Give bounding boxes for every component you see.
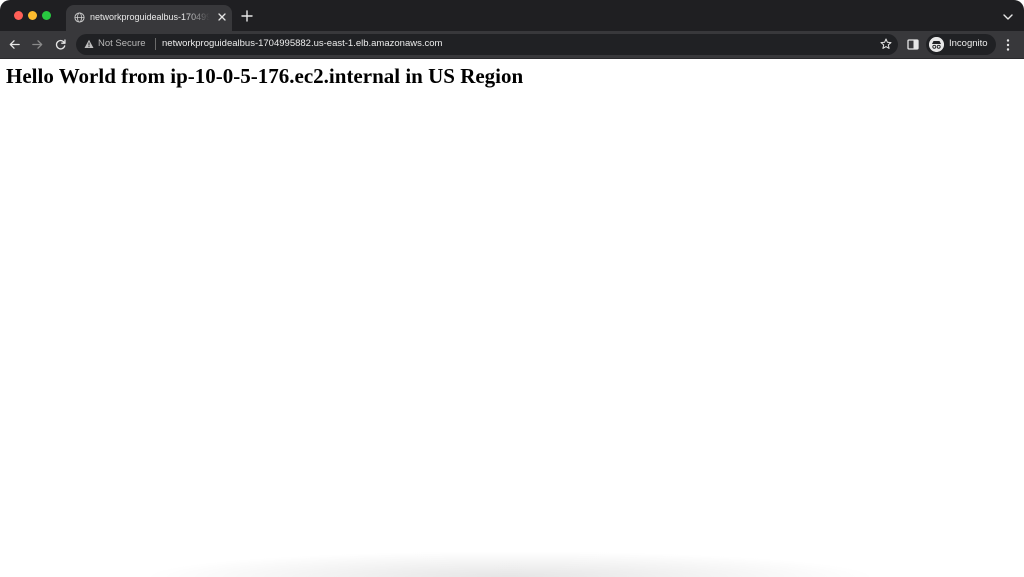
tab-strip: networkproguidealbus-1704995882.us-east-…: [0, 0, 1024, 31]
active-tab[interactable]: networkproguidealbus-1704995882.us-east-…: [66, 5, 232, 31]
page-content: Hello World from ip-10-0-5-176.ec2.inter…: [0, 59, 1024, 577]
close-tab-icon[interactable]: [216, 11, 228, 23]
page-heading: Hello World from ip-10-0-5-176.ec2.inter…: [6, 64, 524, 88]
reload-icon[interactable]: [54, 38, 67, 51]
back-arrow-icon[interactable]: [8, 38, 21, 51]
tab-title: networkproguidealbus-1704995882.us-east-…: [90, 12, 210, 22]
security-status-label[interactable]: Not Secure: [98, 38, 146, 49]
warning-icon[interactable]: [84, 39, 94, 49]
window-shadow: [140, 551, 880, 577]
forward-arrow-icon[interactable]: [31, 38, 44, 51]
new-tab-icon[interactable]: [240, 9, 254, 23]
omnibox-divider: [155, 38, 156, 50]
chevron-down-icon[interactable]: [1002, 12, 1014, 22]
profile-label: Incognito: [949, 38, 988, 49]
incognito-icon: [929, 37, 944, 52]
more-menu-icon[interactable]: [1005, 38, 1011, 52]
address-bar[interactable]: Not Secure networkproguidealbus-17049958…: [76, 34, 898, 55]
url-text[interactable]: networkproguidealbus-1704995882.us-east-…: [162, 38, 442, 49]
minimize-window-button[interactable]: [28, 11, 37, 20]
side-panel-icon[interactable]: [907, 39, 919, 50]
toolbar: Not Secure networkproguidealbus-17049958…: [0, 31, 1024, 59]
incognito-profile-button[interactable]: Incognito: [926, 34, 996, 55]
browser-window: networkproguidealbus-1704995882.us-east-…: [0, 0, 1024, 577]
close-window-button[interactable]: [14, 11, 23, 20]
bookmark-star-icon[interactable]: [880, 38, 892, 50]
maximize-window-button[interactable]: [42, 11, 51, 20]
globe-icon: [74, 12, 85, 23]
